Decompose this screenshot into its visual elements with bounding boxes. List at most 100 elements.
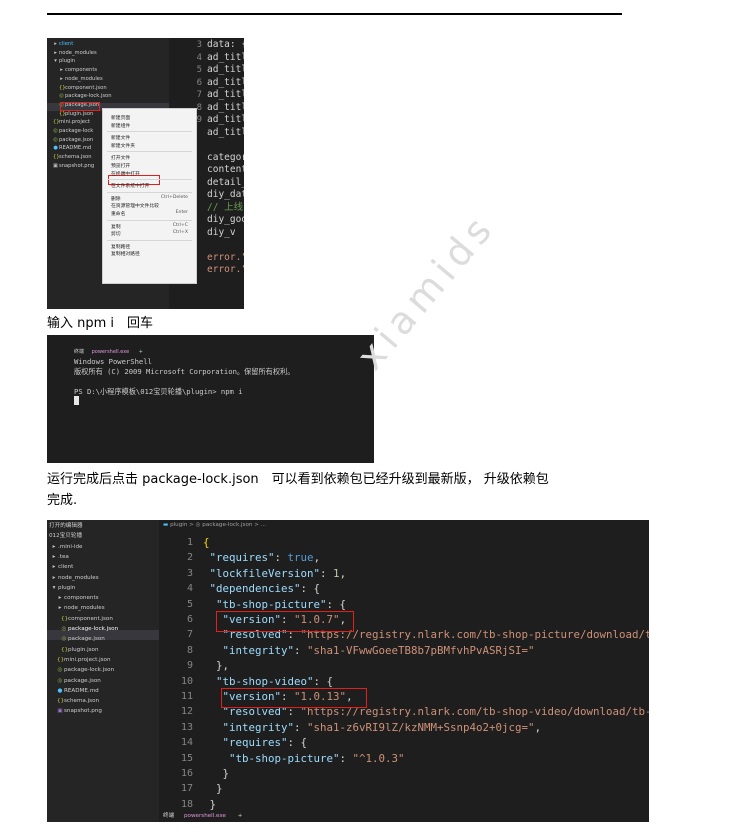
code-token: } <box>203 797 217 811</box>
code-line: detail_ <box>207 176 244 188</box>
tree-item-label: plugin <box>59 58 76 65</box>
menu-item[interactable]: 打开文件 <box>111 154 130 161</box>
tree-item-label: schema.json <box>59 154 92 161</box>
code-line: } <box>203 797 217 812</box>
menu-item[interactable]: 复制路径 <box>111 243 130 250</box>
tree-item-label: 012宝贝轮播 <box>49 533 83 540</box>
tree-item[interactable]: ▸ client <box>53 40 73 48</box>
tree-item[interactable]: ●README.md <box>57 686 99 696</box>
tree-item[interactable]: ◎package-lock.json <box>61 624 119 634</box>
tree-item[interactable]: {}schema.json <box>53 153 92 161</box>
code-token: , <box>339 566 347 580</box>
tree-item-label: package-lock <box>59 128 94 134</box>
code-line: categor <box>207 151 244 163</box>
tree-item[interactable]: ◎package-lock <box>53 127 93 135</box>
code-line: "requires": true, <box>203 550 321 565</box>
tree-item[interactable]: ▸ components <box>57 593 99 603</box>
tree-item[interactable]: ▣snapshot.png <box>57 706 102 716</box>
terminal-cursor <box>74 396 79 405</box>
code-token: "dependencies" <box>209 582 301 596</box>
code-token: } <box>203 782 223 796</box>
code-line: ad_titl <box>207 89 244 100</box>
code-token: "tb-shop-video" <box>216 674 314 688</box>
tree-item[interactable]: {}mini.project.json <box>57 655 111 665</box>
code-token: , <box>313 551 321 565</box>
tree-item[interactable]: {}schema.json <box>57 696 99 706</box>
menu-item[interactable]: 复制相对路径 <box>111 250 140 257</box>
line-number: 12 <box>180 706 193 718</box>
code-line: ad_titl <box>207 114 244 125</box>
menu-item[interactable]: 新建组件 <box>111 122 130 129</box>
tree-item-label: package.json <box>68 636 105 643</box>
folder-icon: ▬ <box>163 522 169 528</box>
tree-item[interactable]: ◎package.json <box>57 676 101 686</box>
line-number: 18 <box>180 798 193 810</box>
menu-item[interactable]: 重命名 <box>111 210 125 217</box>
breadcrumb: ▬ plugin > ◎ package-lock.json > ... <box>163 522 266 528</box>
tree-item[interactable]: ◎package.json <box>61 634 105 644</box>
tree-item[interactable]: ▸ client <box>51 562 74 572</box>
tree-item[interactable]: ▸ node_modules <box>51 573 99 583</box>
tree-item-label: node_modules <box>65 75 103 82</box>
menu-item[interactable]: 在文件系统中打开 <box>111 182 149 189</box>
file-icon: {} <box>59 84 66 91</box>
menu-separator <box>107 219 192 221</box>
tree-item-label: component.json <box>68 615 113 622</box>
tree-item[interactable]: ▾ plugin <box>51 583 76 593</box>
file-icon: ▣ <box>57 708 63 715</box>
tree-item[interactable]: {}mini.project <box>53 118 90 126</box>
tree-item[interactable]: ▸ .tea <box>51 552 69 562</box>
code-token: "requires" <box>222 736 288 750</box>
tree-item[interactable]: ◎package.json <box>53 136 93 144</box>
tree-item-label: client <box>59 41 74 47</box>
tree-item[interactable]: ●README.md <box>53 144 91 152</box>
code-token: "tb-shop-picture" <box>229 751 340 765</box>
tree-item[interactable]: ▸ node_modules <box>59 75 103 83</box>
menu-separator <box>107 191 192 193</box>
file-icon: ◎ <box>57 677 63 684</box>
tree-item[interactable]: ◎package-lock.json <box>59 92 111 100</box>
menu-item[interactable]: 在资源管理中文件比较 <box>111 202 159 209</box>
tree-item[interactable]: ▸ node_modules <box>57 603 105 613</box>
code-line: "integrity": "sha1-VFwwGoeeTB8b7pBMfvhPv… <box>203 643 535 658</box>
tree-item[interactable]: 打开的编辑器 <box>49 521 83 531</box>
tree-item[interactable]: {}component.json <box>61 614 113 624</box>
tree-item-label: package-lock.json <box>64 667 115 674</box>
tree-item[interactable]: ▸ .mini-ide <box>51 542 83 552</box>
line-number: 14 <box>180 737 193 749</box>
code-token: : { <box>287 736 308 750</box>
tree-item[interactable]: ▣snapshot.png <box>53 162 94 170</box>
menu-item[interactable]: 新建文件 <box>111 134 130 141</box>
menu-item[interactable]: 新建文件夹 <box>111 142 135 149</box>
file-icon: ▸ <box>52 543 56 550</box>
line-number: 6 <box>196 77 202 88</box>
menu-separator <box>107 151 192 153</box>
tree-item[interactable]: ▾ plugin <box>53 57 75 65</box>
tree-item[interactable]: {}plugin.json <box>61 645 99 655</box>
tree-item[interactable]: ◎package-lock.json <box>57 665 115 675</box>
line-number: 16 <box>180 768 193 779</box>
menu-item[interactable]: 剪切 <box>111 230 121 237</box>
menu-item[interactable]: 预览打开 <box>111 162 130 169</box>
tree-item[interactable]: ▸ components <box>59 66 97 74</box>
line-number: 17 <box>180 783 193 795</box>
code-line: data: { <box>207 39 244 50</box>
code-token: : <box>320 566 334 580</box>
terminal-line: PS D:\小程序模板\012宝贝轮播\plugin> npm i <box>74 387 243 396</box>
menu-item[interactable]: 在终端中打开 <box>111 170 140 177</box>
tree-item[interactable]: ▸ node_modules <box>53 49 97 57</box>
menu-item[interactable]: 新建页面 <box>111 114 130 121</box>
code-line: ad_titl <box>207 101 244 113</box>
tree-item[interactable]: {}component.json <box>59 84 107 92</box>
highlight-version-video <box>221 688 367 708</box>
line-number: 3 <box>196 40 202 50</box>
menu-item[interactable]: 删除 <box>111 195 121 202</box>
file-icon: ▸ <box>60 75 63 82</box>
tree-item[interactable]: 012宝贝轮播 <box>49 531 82 541</box>
menu-shortcut: Ctrl+X <box>172 230 188 236</box>
menu-item[interactable]: 复制 <box>111 223 121 230</box>
file-icon: ▸ <box>58 605 62 612</box>
menu-shortcut: Ctrl+Delete <box>160 194 188 200</box>
